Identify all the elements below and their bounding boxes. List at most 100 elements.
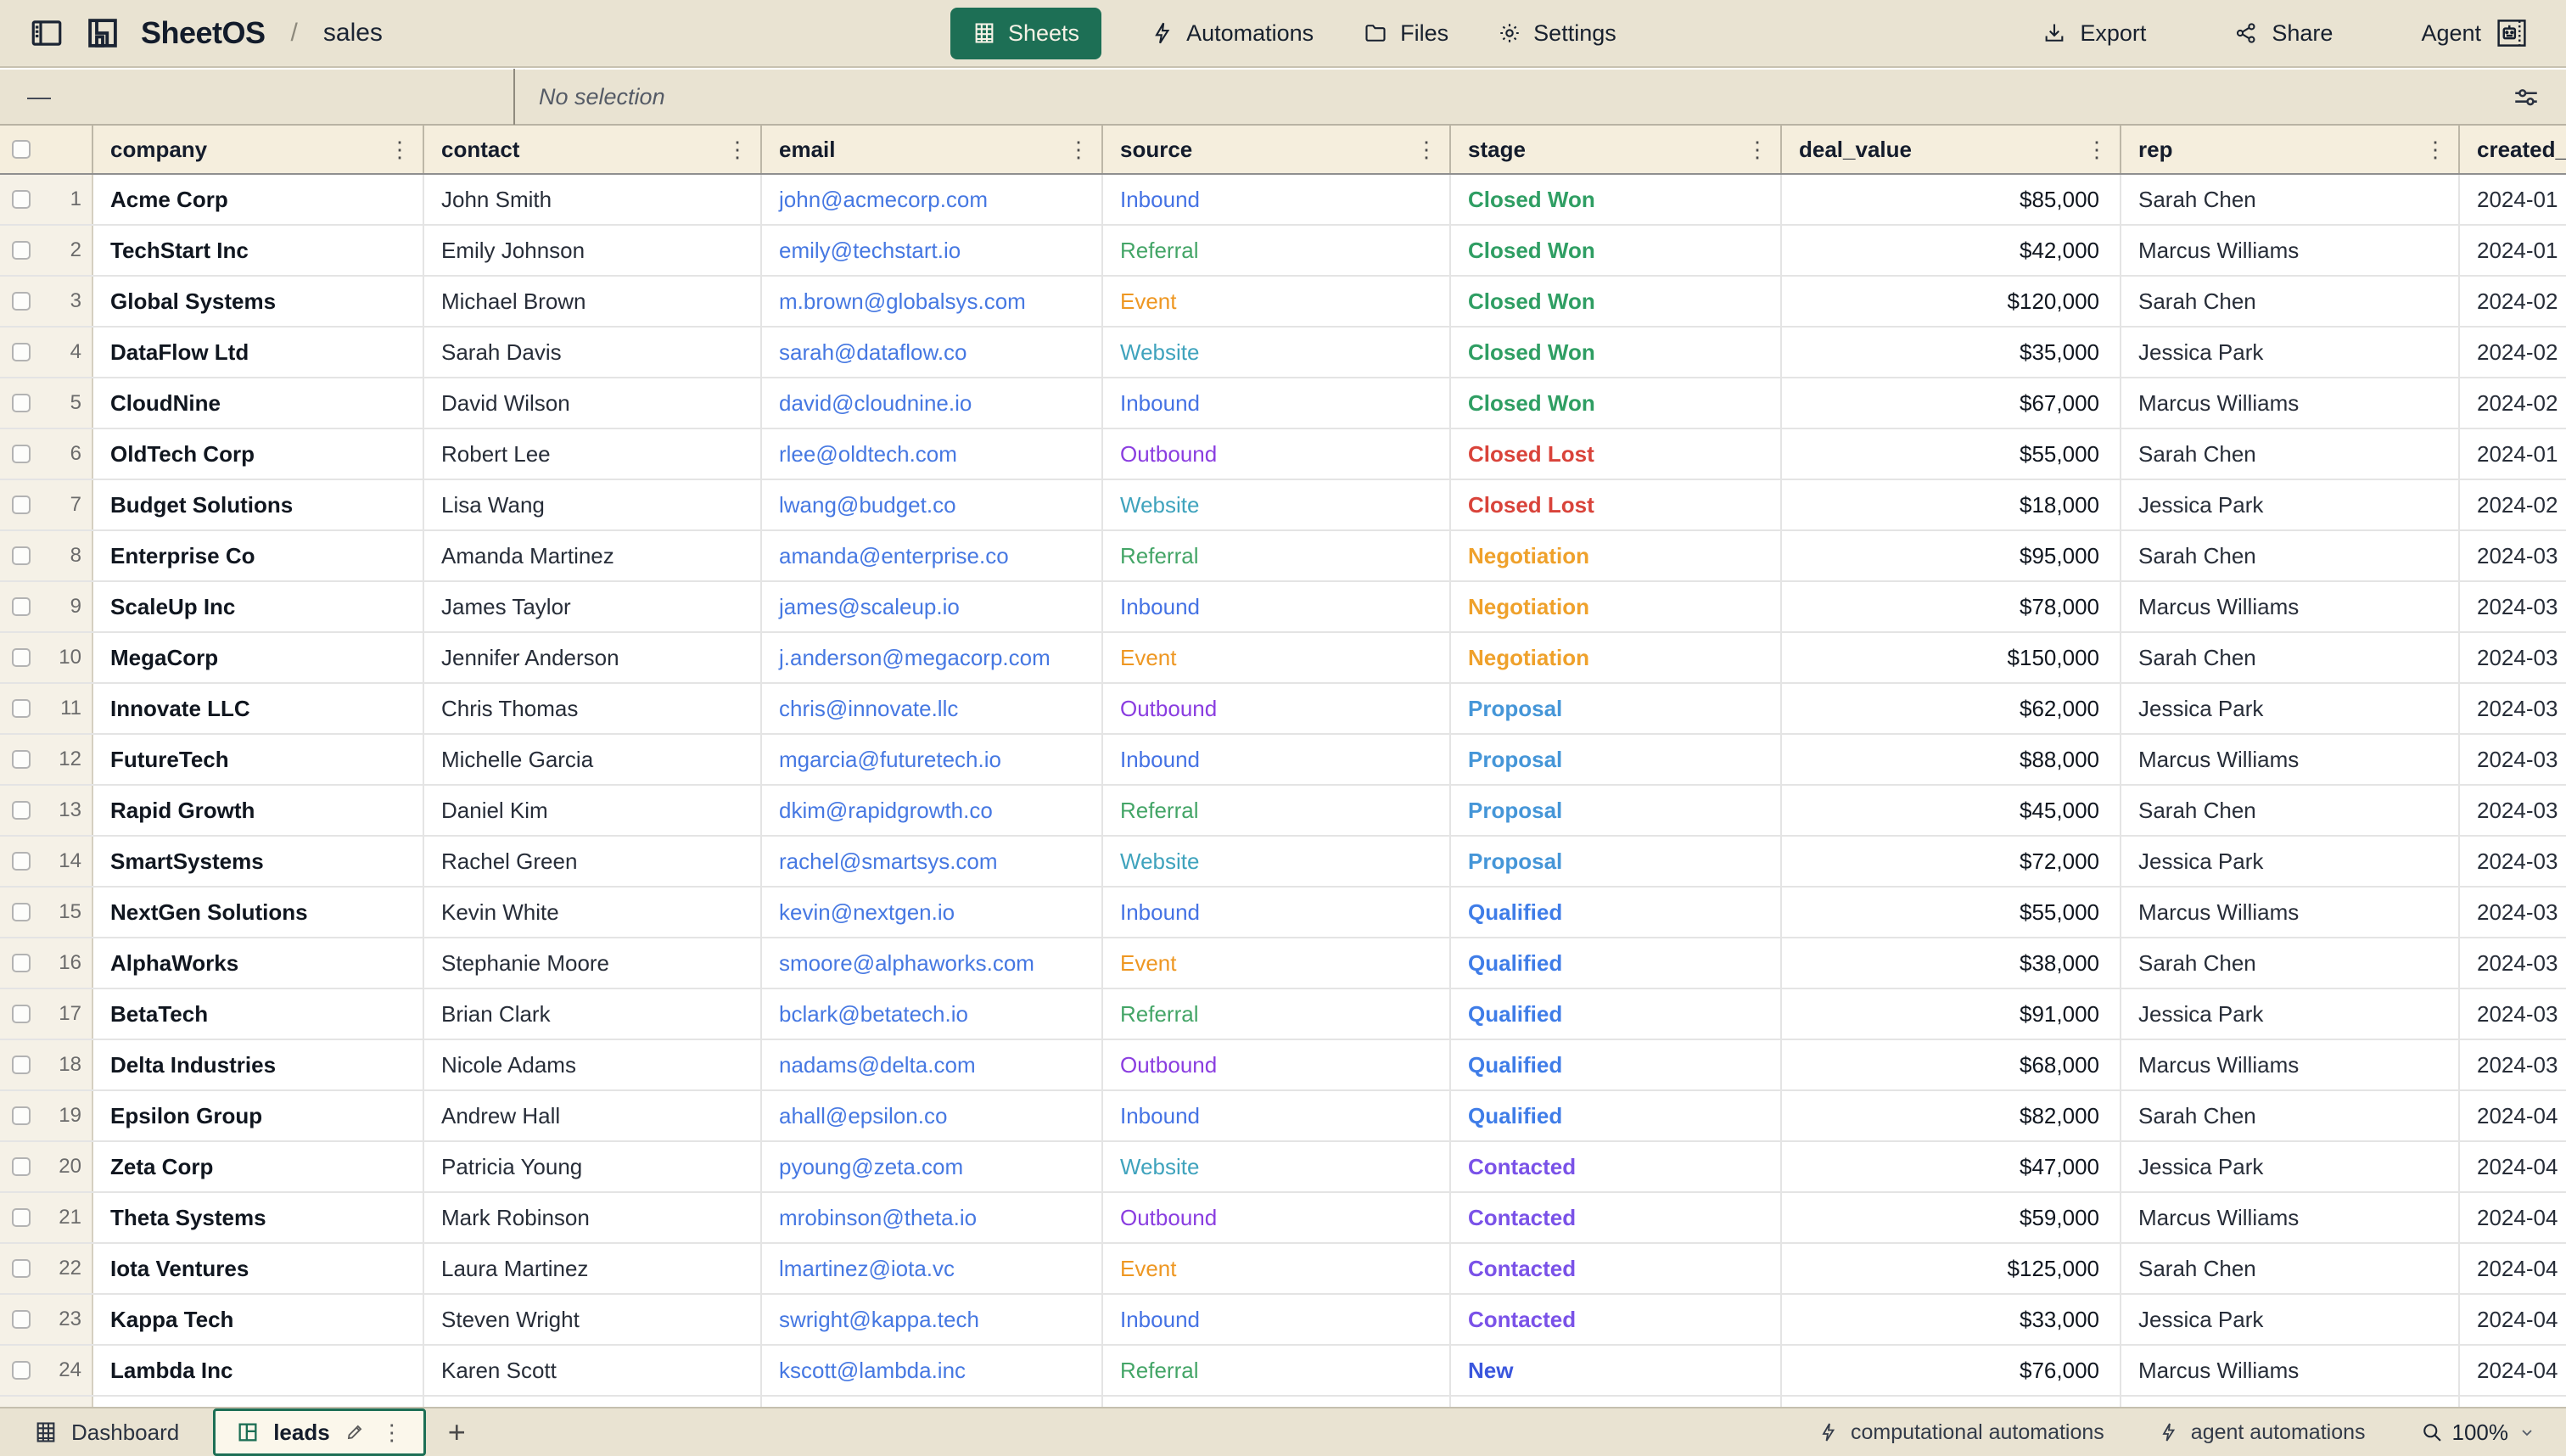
cell-company[interactable]: Lambda Inc <box>93 1346 424 1395</box>
cell-source[interactable]: Referral <box>1103 226 1451 275</box>
cell-email[interactable]: james@scaleup.io <box>762 582 1103 631</box>
cell-contact[interactable]: Steven Wright <box>424 1295 762 1344</box>
cell-rep[interactable]: Jessica Park <box>2121 684 2460 733</box>
cell-created[interactable]: 2024-01 <box>2460 175 2566 224</box>
cell-rep[interactable]: Sarah Chen <box>2121 633 2460 682</box>
cell-source[interactable]: Outbound <box>1103 1040 1451 1089</box>
cell-rep[interactable]: Marcus Williams <box>2121 378 2460 428</box>
cell-created[interactable]: 2024-04 <box>2460 1244 2566 1293</box>
cell-company[interactable]: CloudNine <box>93 378 424 428</box>
cell-source[interactable]: Website <box>1103 328 1451 377</box>
cell-company[interactable]: Delta Industries <box>93 1040 424 1089</box>
nav-settings[interactable]: Settings <box>1498 20 1616 47</box>
export-button[interactable]: Export <box>2042 20 2146 47</box>
tab-dashboard[interactable]: Dashboard <box>0 1408 213 1456</box>
cell-source[interactable]: Inbound <box>1103 175 1451 224</box>
cell-contact[interactable]: Brian Clark <box>424 989 762 1039</box>
cell-email[interactable]: dkim@rapidgrowth.co <box>762 786 1103 835</box>
tab-leads[interactable]: leads ⋮ <box>213 1408 426 1456</box>
cell-email[interactable]: m.brown@globalsys.com <box>762 277 1103 326</box>
zoom-control[interactable]: 100% <box>2420 1420 2538 1446</box>
cell-created[interactable]: 2024-03 <box>2460 938 2566 988</box>
cell-email[interactable]: kevin@nextgen.io <box>762 888 1103 937</box>
cell-stage[interactable]: Contacted <box>1451 1142 1782 1191</box>
cell-source[interactable]: Event <box>1103 938 1451 988</box>
row-checkbox[interactable] <box>12 1157 31 1176</box>
cell-created[interactable]: 2024-03 <box>2460 531 2566 580</box>
cell-source[interactable]: Event <box>1103 1244 1451 1293</box>
cell-email[interactable]: david@cloudnine.io <box>762 378 1103 428</box>
cell-created[interactable]: 2024-03 <box>2460 1040 2566 1089</box>
cell-created[interactable]: 2024-02 <box>2460 328 2566 377</box>
row-checkbox[interactable] <box>12 1106 31 1125</box>
column-header-stage[interactable]: stage⋮ <box>1451 126 1782 173</box>
cell-source[interactable]: Outbound <box>1103 684 1451 733</box>
cell-contact[interactable]: Andrew Hall <box>424 1091 762 1140</box>
cell-deal_value[interactable]: $68,000 <box>1782 1040 2121 1089</box>
cell-email[interactable]: sarah@dataflow.co <box>762 328 1103 377</box>
cell-contact[interactable]: Jennifer Anderson <box>424 633 762 682</box>
column-header-rep[interactable]: rep⋮ <box>2121 126 2460 173</box>
cell-deal_value[interactable]: $125,000 <box>1782 1244 2121 1293</box>
cell-contact[interactable]: Karen Scott <box>424 1346 762 1395</box>
cell-reference[interactable]: — <box>0 83 513 110</box>
cell-email[interactable]: ahall@epsilon.co <box>762 1091 1103 1140</box>
cell-source[interactable]: Event <box>1103 277 1451 326</box>
cell-rep[interactable]: Marcus Williams <box>2121 1193 2460 1242</box>
cell-deal_value[interactable]: $47,000 <box>1782 1142 2121 1191</box>
cell-rep[interactable]: Jessica Park <box>2121 328 2460 377</box>
cell-created[interactable]: 2024-03 <box>2460 582 2566 631</box>
row-checkbox[interactable] <box>12 852 31 871</box>
cell-stage[interactable]: Proposal <box>1451 735 1782 784</box>
cell-contact[interactable]: Daniel Kim <box>424 786 762 835</box>
computational-automations-button[interactable]: computational automations <box>1818 1420 2104 1445</box>
cell-company[interactable]: Kappa Tech <box>93 1295 424 1344</box>
cell-stage[interactable]: New <box>1451 1346 1782 1395</box>
cell-created[interactable]: 2024-01 <box>2460 226 2566 275</box>
cell-deal_value[interactable]: $85,000 <box>1782 175 2121 224</box>
column-header-created[interactable]: created_ <box>2460 126 2566 173</box>
cell-company[interactable]: DataFlow Ltd <box>93 328 424 377</box>
cell-email[interactable]: chris@innovate.llc <box>762 684 1103 733</box>
cell-source[interactable]: Inbound <box>1103 888 1451 937</box>
cell-company[interactable]: MegaCorp <box>93 633 424 682</box>
cell-source[interactable]: Referral <box>1103 786 1451 835</box>
cell-source[interactable]: Website <box>1103 1142 1451 1191</box>
cell-created[interactable]: 2024-02 <box>2460 378 2566 428</box>
cell-source[interactable]: Referral <box>1103 531 1451 580</box>
row-checkbox[interactable] <box>12 1361 31 1380</box>
nav-automations[interactable]: Automations <box>1151 20 1314 47</box>
cell-contact[interactable]: Chris Thomas <box>424 684 762 733</box>
column-header-deal_value[interactable]: deal_value⋮ <box>1782 126 2121 173</box>
cell-deal_value[interactable]: $120,000 <box>1782 277 2121 326</box>
cell-stage[interactable]: Closed Lost <box>1451 480 1782 529</box>
cell-deal_value[interactable]: $45,000 <box>1782 786 2121 835</box>
cell-stage[interactable]: Closed Won <box>1451 277 1782 326</box>
cell-rep[interactable]: Sarah Chen <box>2121 786 2460 835</box>
cell-stage[interactable]: Contacted <box>1451 1295 1782 1344</box>
cell-deal_value[interactable]: $42,000 <box>1782 226 2121 275</box>
cell-created[interactable]: 2024-04 <box>2460 1295 2566 1344</box>
cell-contact[interactable]: John Smith <box>424 175 762 224</box>
cell-deal_value[interactable]: $150,000 <box>1782 633 2121 682</box>
cell-stage[interactable]: Closed Won <box>1451 328 1782 377</box>
cell-company[interactable]: AlphaWorks <box>93 938 424 988</box>
row-checkbox[interactable] <box>12 445 31 463</box>
filter-sliders-icon[interactable] <box>2512 82 2566 111</box>
cell-email[interactable]: john@acmecorp.com <box>762 175 1103 224</box>
cell-deal_value[interactable]: $35,000 <box>1782 328 2121 377</box>
cell-company[interactable]: Budget Solutions <box>93 480 424 529</box>
cell-deal_value[interactable]: $76,000 <box>1782 1346 2121 1395</box>
column-header-source[interactable]: source⋮ <box>1103 126 1451 173</box>
cell-deal_value[interactable]: $88,000 <box>1782 735 2121 784</box>
cell-email[interactable]: swright@kappa.tech <box>762 1295 1103 1344</box>
cell-email[interactable]: kscott@lambda.inc <box>762 1346 1103 1395</box>
cell-source[interactable]: Inbound <box>1103 735 1451 784</box>
cell-source[interactable]: Inbound <box>1103 582 1451 631</box>
cell-email[interactable]: emily@techstart.io <box>762 226 1103 275</box>
cell-company[interactable]: FutureTech <box>93 735 424 784</box>
row-checkbox[interactable] <box>12 546 31 565</box>
cell-contact[interactable]: Mark Robinson <box>424 1193 762 1242</box>
nav-files[interactable]: Files <box>1363 20 1448 47</box>
cell-rep[interactable]: Sarah Chen <box>2121 175 2460 224</box>
